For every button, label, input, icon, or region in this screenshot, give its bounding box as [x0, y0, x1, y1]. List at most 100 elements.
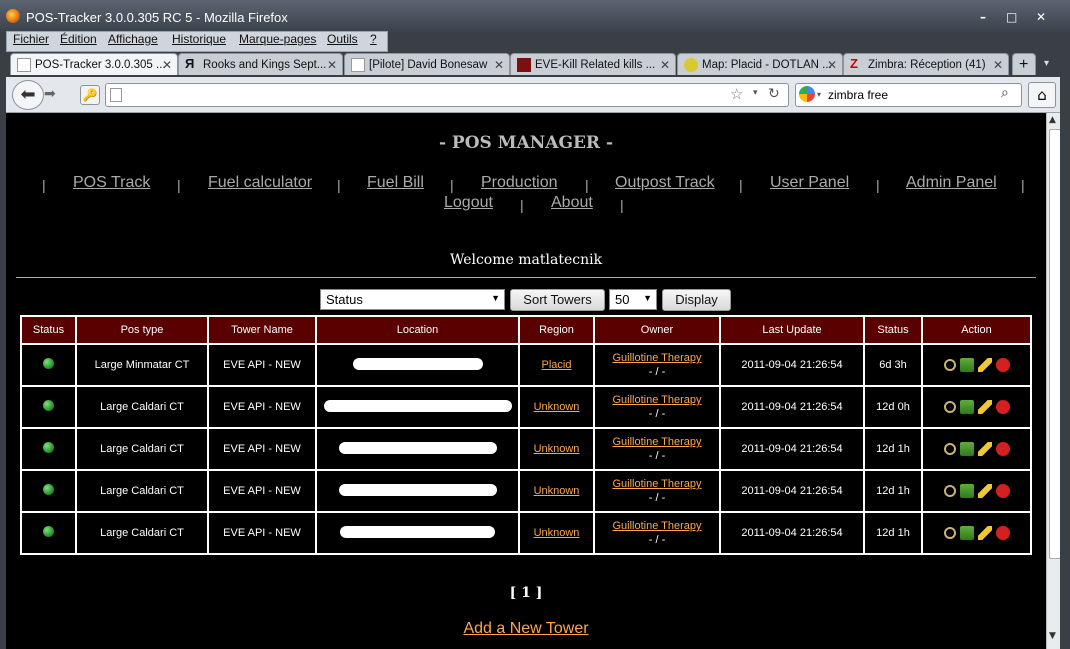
region-link[interactable]: Unknown: [534, 443, 580, 455]
location-cell: [317, 345, 518, 385]
cart-icon[interactable]: [959, 526, 974, 540]
tab-close-icon[interactable]: ✕: [162, 58, 172, 72]
region-link[interactable]: Placid: [542, 359, 572, 371]
menu-edition[interactable]: Édition: [60, 32, 97, 46]
pencil-icon[interactable]: [977, 526, 992, 540]
col-pos-type: Pos type: [77, 317, 207, 343]
count-select[interactable]: 50 ▼: [609, 289, 657, 310]
url-bar[interactable]: [105, 83, 789, 107]
maximize-icon[interactable]: □: [1006, 11, 1017, 23]
magnifier-icon[interactable]: [943, 443, 956, 455]
menu-affichage[interactable]: Affichage: [108, 32, 158, 46]
key-icon[interactable]: 🔑: [80, 85, 100, 105]
tab-rooks-and-kings[interactable]: Я Rooks and Kings Sept... ✕: [178, 53, 343, 75]
pencil-icon[interactable]: [977, 484, 992, 498]
magnifier-icon[interactable]: [943, 485, 956, 497]
home-icon[interactable]: ⌂: [1028, 82, 1056, 108]
delete-icon[interactable]: [995, 442, 1010, 456]
menu-historique[interactable]: Historique: [172, 32, 226, 46]
cart-icon[interactable]: [959, 484, 974, 498]
rk-icon: Я: [185, 56, 195, 71]
tab-close-icon[interactable]: ✕: [660, 58, 670, 72]
nav-separator: |: [620, 197, 624, 213]
status-filter-value: Status: [326, 292, 363, 307]
region-link[interactable]: Unknown: [534, 485, 580, 497]
nav-fuel-calculator[interactable]: Fuel calculator: [208, 174, 312, 192]
cart-icon[interactable]: [959, 358, 974, 372]
menu-fichier[interactable]: Fichier: [13, 32, 49, 46]
tab-label: EVE-Kill Related kills ...: [535, 59, 656, 71]
nav-separator: |: [42, 177, 46, 193]
tab-pilote[interactable]: [Pilote] David Bonesaw ✕: [344, 53, 510, 75]
sort-towers-button[interactable]: Sort Towers: [510, 289, 605, 311]
owner-link[interactable]: Guillotine Therapy: [612, 520, 701, 532]
action-cell: [923, 429, 1030, 469]
pencil-icon[interactable]: [977, 358, 992, 372]
tab-dotlan[interactable]: Map: Placid - DOTLAN ... ✕: [677, 53, 843, 75]
owner-sub: - / -: [648, 492, 666, 504]
reload-icon[interactable]: ↻: [768, 86, 780, 102]
cart-icon[interactable]: [959, 442, 974, 456]
owner-link[interactable]: Guillotine Therapy: [612, 352, 701, 364]
close-window-icon[interactable]: ✕: [1036, 11, 1046, 23]
region-link[interactable]: Unknown: [534, 401, 580, 413]
magnifier-icon[interactable]: [943, 359, 956, 371]
region-link[interactable]: Unknown: [534, 527, 580, 539]
add-new-tower-link[interactable]: Add a New Tower: [6, 620, 1046, 638]
owner-link[interactable]: Guillotine Therapy: [612, 394, 701, 406]
last-update-cell: 2011-09-04 21:26:54: [721, 387, 863, 427]
tab-zimbra[interactable]: Z Zimbra: Réception (41) ✕: [843, 53, 1009, 75]
cart-icon[interactable]: [959, 400, 974, 414]
menu-outils[interactable]: Outils: [327, 32, 358, 46]
back-button[interactable]: ⬅: [12, 80, 44, 110]
delete-icon[interactable]: [995, 526, 1010, 540]
nav-logout[interactable]: Logout: [444, 194, 493, 212]
owner-cell: Guillotine Therapy - / -: [595, 345, 719, 385]
chevron-down-icon[interactable]: ▾: [753, 88, 758, 98]
pagination[interactable]: [ 1 ]: [6, 585, 1046, 601]
scroll-down-icon[interactable]: ▼: [1049, 631, 1056, 641]
nav-about[interactable]: About: [551, 194, 593, 212]
tab-close-icon[interactable]: ✕: [327, 58, 337, 72]
chevron-down-icon[interactable]: ▾: [817, 90, 821, 99]
nav-user-panel[interactable]: User Panel: [770, 174, 849, 192]
pencil-icon[interactable]: [977, 442, 992, 456]
tab-close-icon[interactable]: ✕: [993, 58, 1003, 72]
action-cell: [923, 513, 1030, 553]
status-filter-select[interactable]: Status ▼: [320, 289, 505, 310]
search-icon[interactable]: ⌕: [1001, 85, 1009, 101]
tab-pos-tracker[interactable]: POS-Tracker 3.0.0.305 ... ✕: [10, 53, 178, 75]
owner-link[interactable]: Guillotine Therapy: [612, 436, 701, 448]
magnifier-icon[interactable]: [943, 401, 956, 413]
nav-admin-panel[interactable]: Admin Panel: [906, 174, 997, 192]
delete-icon[interactable]: [995, 358, 1010, 372]
forward-button[interactable]: ➡: [44, 86, 56, 102]
tab-list-icon[interactable]: ▾: [1044, 58, 1049, 69]
search-input[interactable]: [828, 86, 988, 103]
scroll-up-icon[interactable]: ▲: [1049, 115, 1056, 125]
tab-label: Rooks and Kings Sept...: [203, 59, 327, 71]
pencil-icon[interactable]: [977, 400, 992, 414]
magnifier-icon[interactable]: [943, 527, 956, 539]
tab-eve-kill[interactable]: EVE-Kill Related kills ... ✕: [510, 53, 676, 75]
menu-help[interactable]: ?: [370, 32, 377, 46]
menu-marque-pages[interactable]: Marque-pages: [239, 32, 316, 46]
nav-fuel-bill[interactable]: Fuel Bill: [367, 174, 424, 192]
owner-link[interactable]: Guillotine Therapy: [612, 478, 701, 490]
nav-pos-track[interactable]: POS Track: [73, 174, 150, 192]
minimize-icon[interactable]: –: [978, 11, 988, 23]
delete-icon[interactable]: [995, 400, 1010, 414]
nav-production[interactable]: Production: [481, 174, 558, 192]
owner-sub: - / -: [648, 450, 666, 462]
tab-close-icon[interactable]: ✕: [827, 58, 837, 72]
new-tab-button[interactable]: +: [1012, 53, 1036, 75]
tab-close-icon[interactable]: ✕: [494, 58, 504, 72]
star-icon[interactable]: ☆: [730, 85, 743, 103]
delete-icon[interactable]: [995, 484, 1010, 498]
google-icon[interactable]: [799, 86, 815, 102]
col-location: Location: [317, 317, 518, 343]
display-button[interactable]: Display: [662, 289, 731, 311]
nav-outpost-track[interactable]: Outpost Track: [615, 174, 715, 192]
nav-separator: |: [585, 177, 589, 193]
vertical-scrollbar[interactable]: ▲ ▼: [1046, 113, 1061, 649]
